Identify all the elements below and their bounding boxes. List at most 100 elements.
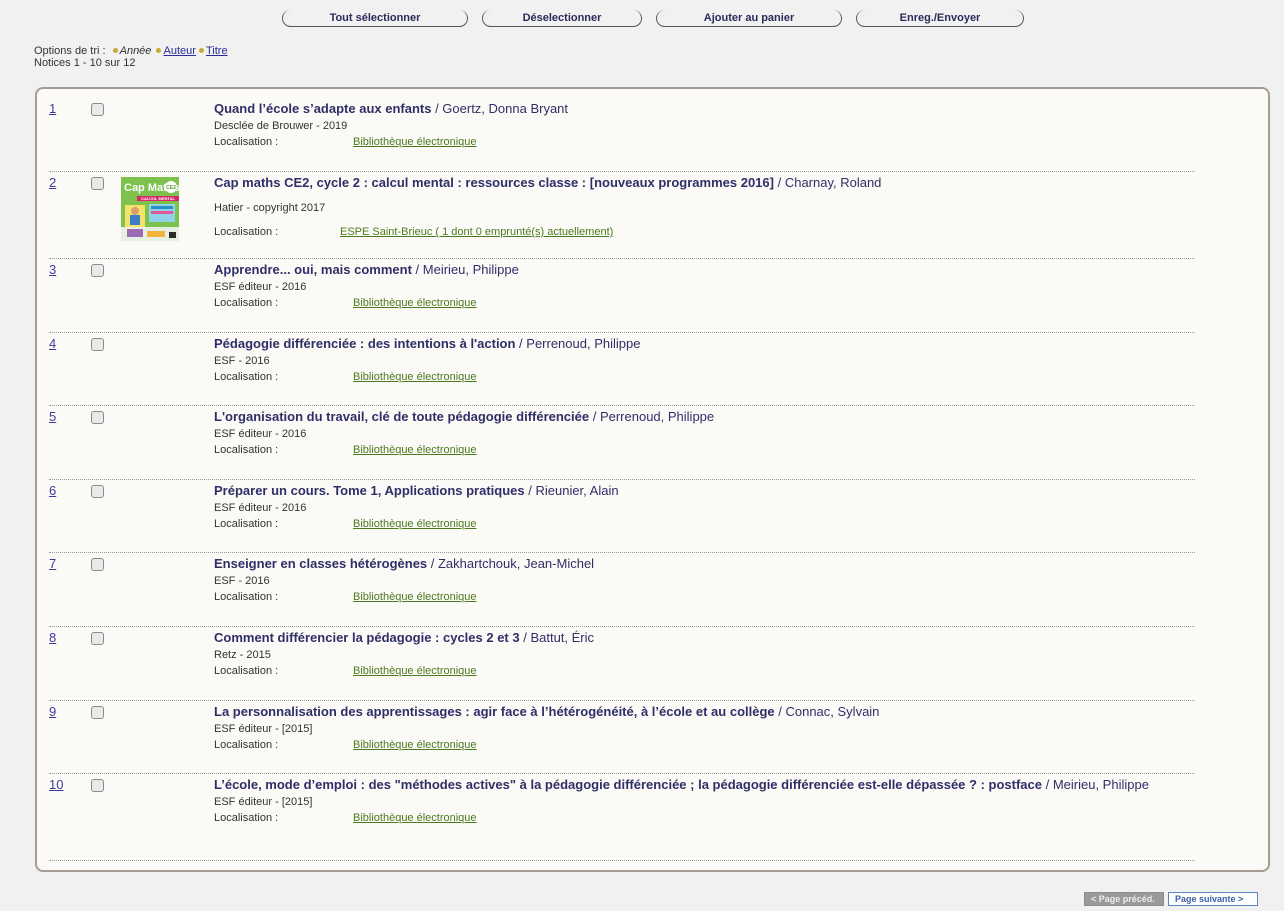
record-checkbox[interactable] xyxy=(91,558,104,571)
result-record: 5 L'organisation du travail, clé de tout… xyxy=(49,409,1195,480)
record-checkbox[interactable] xyxy=(91,411,104,424)
location-link[interactable]: Bibliothèque électronique xyxy=(353,371,477,383)
result-record: 2 Cap Maths CE2 CALCUL MENTAL Cap maths … xyxy=(49,175,1195,259)
book-cover-image[interactable]: Cap Maths CE2 CALCUL MENTAL xyxy=(121,177,179,241)
record-checkbox[interactable] xyxy=(91,177,104,190)
sort-author-link[interactable]: Auteur xyxy=(163,45,195,57)
results-panel: 1 Quand l’école s’adapte aux enfants / G… xyxy=(35,87,1270,872)
record-publisher: ESF - 2016 xyxy=(214,575,270,587)
record-number-link[interactable]: 7 xyxy=(49,556,56,571)
record-author: / Meirieu, Philippe xyxy=(1041,777,1149,792)
record-title[interactable]: Cap maths CE2, cycle 2 : calcul mental :… xyxy=(214,175,774,190)
record-publisher: ESF éditeur - 2016 xyxy=(214,281,307,293)
previous-page-button[interactable]: < Page précéd. xyxy=(1084,892,1164,906)
location-label: Localisation : xyxy=(214,297,279,309)
sort-label: Options de tri : xyxy=(34,45,106,57)
sort-options: Options de tri : Année Auteur Titre Noti… xyxy=(34,45,228,69)
location-label: Localisation : xyxy=(214,136,279,148)
record-author: / Meirieu, Philippe xyxy=(411,262,519,277)
record-number-link[interactable]: 4 xyxy=(49,336,56,351)
location-label: Localisation : xyxy=(214,371,279,383)
record-checkbox[interactable] xyxy=(91,632,104,645)
location-link[interactable]: Bibliothèque électronique xyxy=(353,444,477,456)
record-publisher: ESF éditeur - 2016 xyxy=(214,428,307,440)
pagination: < Page précéd. Page suivante > xyxy=(1084,892,1258,906)
sort-title-link[interactable]: Titre xyxy=(206,45,228,57)
result-record: 10 L’école, mode d’emploi : des "méthode… xyxy=(49,777,1195,861)
record-checkbox[interactable] xyxy=(91,485,104,498)
location-label: Localisation : xyxy=(214,665,279,677)
record-publisher: Desclée de Brouwer - 2019 xyxy=(214,120,348,132)
record-author: / Rieunier, Alain xyxy=(524,483,619,498)
record-title[interactable]: Comment différencier la pédagogie : cycl… xyxy=(214,630,520,645)
record-publisher: ESF éditeur - [2015] xyxy=(214,723,313,735)
location-label: Localisation : xyxy=(214,739,279,751)
record-publisher: Hatier - copyright 2017 xyxy=(214,202,326,214)
record-number-link[interactable]: 10 xyxy=(49,777,63,792)
record-checkbox[interactable] xyxy=(91,779,104,792)
result-record: 3 Apprendre... oui, mais comment / Meiri… xyxy=(49,262,1195,333)
location-link[interactable]: Bibliothèque électronique xyxy=(353,136,477,148)
bullet-icon xyxy=(156,48,162,54)
record-publisher: ESF - 2016 xyxy=(214,355,270,367)
record-author: / Perrenoud, Philippe xyxy=(515,336,641,351)
record-number-link[interactable]: 5 xyxy=(49,409,56,424)
record-checkbox[interactable] xyxy=(91,706,104,719)
record-title[interactable]: La personnalisation des apprentissages :… xyxy=(214,704,775,719)
record-publisher: ESF éditeur - 2016 xyxy=(214,502,307,514)
record-number-link[interactable]: 2 xyxy=(49,175,56,190)
location-label: Localisation : xyxy=(214,226,279,238)
record-title[interactable]: L’école, mode d’emploi : des "méthodes a… xyxy=(214,777,1042,792)
record-title[interactable]: Apprendre... oui, mais comment xyxy=(214,262,412,277)
record-number-link[interactable]: 9 xyxy=(49,704,56,719)
record-author: / Zakhartchouk, Jean-Michel xyxy=(427,556,595,571)
next-page-button[interactable]: Page suivante > xyxy=(1168,892,1258,906)
record-title[interactable]: Enseigner en classes hétérogènes xyxy=(214,556,427,571)
record-checkbox[interactable] xyxy=(91,338,104,351)
location-label: Localisation : xyxy=(214,812,279,824)
location-label: Localisation : xyxy=(214,444,279,456)
record-author: / Battut, Éric xyxy=(519,630,595,645)
cover-band: CALCUL MENTAL xyxy=(141,196,175,201)
record-title[interactable]: Préparer un cours. Tome 1, Applications … xyxy=(214,483,525,498)
location-link[interactable]: Bibliothèque électronique xyxy=(353,297,477,309)
location-link[interactable]: Bibliothèque électronique xyxy=(353,518,477,530)
location-link[interactable]: Bibliothèque électronique xyxy=(353,739,477,751)
record-publisher: ESF éditeur - [2015] xyxy=(214,796,313,808)
record-title[interactable]: Pédagogie différenciée : des intentions … xyxy=(214,336,515,351)
record-number-link[interactable]: 3 xyxy=(49,262,56,277)
save-send-button[interactable]: Enreg./Envoyer xyxy=(856,10,1024,27)
location-link[interactable]: Bibliothèque électronique xyxy=(353,591,477,603)
result-record: 8 Comment différencier la pédagogie : cy… xyxy=(49,630,1195,701)
record-number-link[interactable]: 1 xyxy=(49,101,56,116)
location-label: Localisation : xyxy=(214,518,279,530)
deselect-button[interactable]: Déselectionner xyxy=(482,10,642,27)
result-record: 4 Pédagogie différenciée : des intention… xyxy=(49,336,1195,406)
record-checkbox[interactable] xyxy=(91,264,104,277)
location-link[interactable]: Bibliothèque électronique xyxy=(353,665,477,677)
record-number-link[interactable]: 8 xyxy=(49,630,56,645)
sort-year-active: Année xyxy=(119,45,152,57)
result-record: 1 Quand l’école s’adapte aux enfants / G… xyxy=(49,101,1195,172)
location-link[interactable]: ESPE Saint-Brieuc ( 1 dont 0 emprunté(s)… xyxy=(340,226,613,238)
cover-level: CE2 xyxy=(166,185,176,191)
record-checkbox[interactable] xyxy=(91,103,104,116)
add-to-cart-button[interactable]: Ajouter au panier xyxy=(656,10,842,27)
select-all-button[interactable]: Tout sélectionner xyxy=(282,10,468,27)
record-title[interactable]: L'organisation du travail, clé de toute … xyxy=(214,409,589,424)
record-author: / Charnay, Roland xyxy=(773,175,882,190)
result-record: 6 Préparer un cours. Tome 1, Application… xyxy=(49,483,1195,553)
record-author: / Goertz, Donna Bryant xyxy=(431,101,569,116)
record-number-link[interactable]: 6 xyxy=(49,483,56,498)
record-author: / Connac, Sylvain xyxy=(774,704,880,719)
bullet-icon xyxy=(112,48,118,54)
bullet-icon xyxy=(198,48,204,54)
results-count: Notices 1 - 10 sur 12 xyxy=(34,57,136,69)
record-title[interactable]: Quand l’école s’adapte aux enfants xyxy=(214,101,431,116)
result-record: 7 Enseigner en classes hétérogènes / Zak… xyxy=(49,556,1195,627)
action-toolbar: Tout sélectionner Déselectionner Ajouter… xyxy=(282,10,1024,27)
record-author: / Perrenoud, Philippe xyxy=(589,409,715,424)
record-publisher: Retz - 2015 xyxy=(214,649,271,661)
result-record: 9 La personnalisation des apprentissages… xyxy=(49,704,1195,774)
location-link[interactable]: Bibliothèque électronique xyxy=(353,812,477,824)
